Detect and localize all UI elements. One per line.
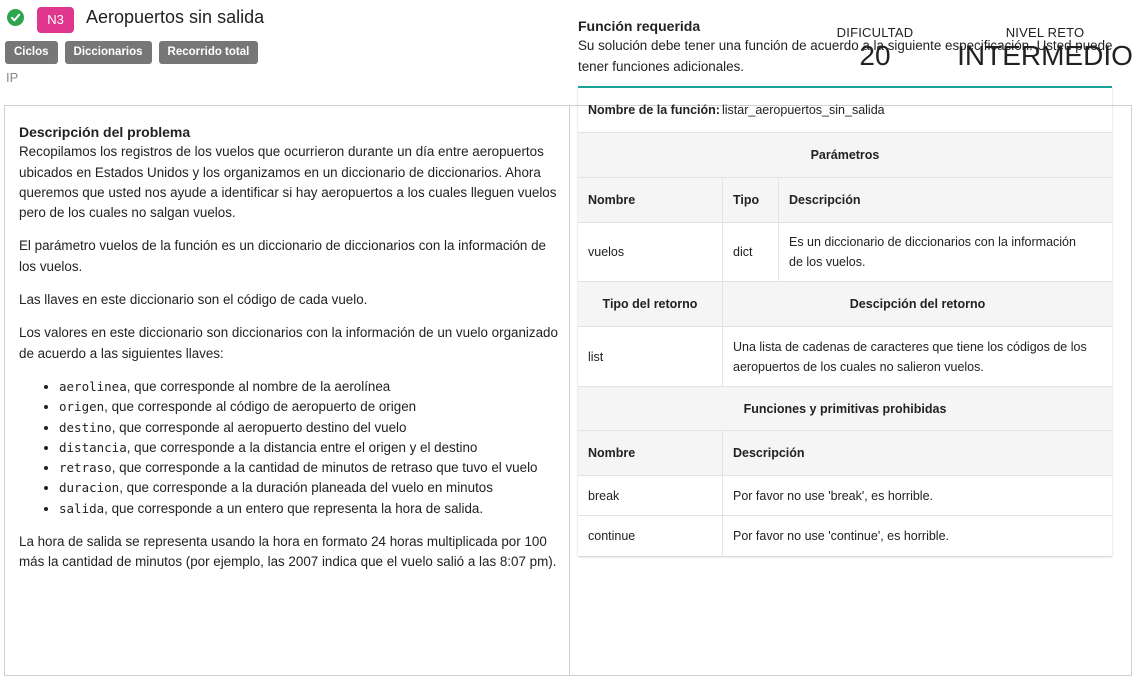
tag-recorrido-total[interactable]: Recorrido total <box>158 41 259 64</box>
key-text: , que corresponde a un entero que repres… <box>104 500 484 516</box>
key-text: , que corresponde al nombre de la aerolí… <box>126 378 391 394</box>
description-paragraph: Los valores en este diccionario son dicc… <box>19 325 558 361</box>
list-item: aerolinea, que corresponde al nombre de … <box>59 377 559 397</box>
table-row: list Una lista de cadenas de caracteres … <box>578 327 1112 387</box>
tag-diccionarios[interactable]: Diccionarios <box>64 41 152 64</box>
table-row: break Por favor no use 'break', es horri… <box>578 476 1112 516</box>
description-paragraph: Recopilamos los registros de los vuelos … <box>19 144 557 221</box>
return-type-label: Tipo del retorno <box>602 297 698 311</box>
table-row: Nombre de la función: listar_aeropuertos… <box>578 88 1112 133</box>
description-paragraph: El parámetro vuelos de la función es un … <box>19 238 546 274</box>
list-item: destino, que corresponde al aeropuerto d… <box>59 418 559 438</box>
table-row: Tipo del retorno Descipción del retorno <box>578 282 1112 327</box>
table-row: Funciones y primitivas prohibidas <box>578 387 1112 431</box>
table-row: Nombre Descripción <box>578 431 1112 476</box>
description-paragraph: Las llaves en este diccionario son el có… <box>19 292 368 308</box>
params-header: Parámetros <box>810 148 880 162</box>
description-section: Descripción del problema Recopilamos los… <box>19 122 559 586</box>
return-type: list <box>588 349 604 364</box>
param-type: dict <box>722 223 778 281</box>
forbidden-col-nombre: Nombre <box>588 446 636 460</box>
tag-ciclos[interactable]: Ciclos <box>5 41 58 64</box>
key-code: distancia <box>59 439 127 455</box>
key-text: , que corresponde a la cantidad de minut… <box>111 460 538 476</box>
function-section: Función requerida Su solución debe tener… <box>578 16 1118 77</box>
function-name-value: listar_aeropuertos_sin_salida <box>722 103 885 117</box>
forbidden-name: continue <box>588 529 636 543</box>
function-intro: Su solución debe tener una función de ac… <box>578 38 1113 74</box>
forbidden-desc: Por favor no use 'break', es horrible. <box>722 476 1112 515</box>
table-row: vuelos dict Es un diccionario de diccion… <box>578 223 1112 282</box>
tag-list: Ciclos Diccionarios Recorrido total <box>5 41 259 64</box>
level-badge: N3 <box>37 7 74 33</box>
forbidden-header: Funciones y primitivas prohibidas <box>743 401 947 416</box>
param-desc: Es un diccionario de diccionarios con la… <box>778 223 1112 281</box>
description-title: Descripción del problema <box>19 124 191 140</box>
forbidden-name: break <box>588 488 620 503</box>
key-code: retraso <box>59 460 112 476</box>
list-item: distancia, que corresponde a la distanci… <box>59 438 559 458</box>
table-row: Nombre Tipo Descripción <box>578 178 1112 223</box>
param-name: vuelos <box>588 245 625 259</box>
return-desc: Una lista de cadenas de caracteres que t… <box>722 327 1112 386</box>
col-tipo: Tipo <box>722 178 778 222</box>
function-spec-table: Nombre de la función: listar_aeropuertos… <box>578 86 1112 556</box>
key-text: , que corresponde a la duración planeada… <box>119 480 493 496</box>
key-code: duracion <box>59 480 120 496</box>
list-item: salida, que corresponde a un entero que … <box>59 499 559 519</box>
key-text: , que corresponde al aeropuerto destino … <box>111 419 407 435</box>
function-title: Función requerida <box>578 18 701 34</box>
col-descripcion: Descripción <box>778 178 1112 222</box>
course-label: IP <box>6 70 19 85</box>
key-code: salida <box>59 500 105 516</box>
key-text: , que corresponde al código de aeropuert… <box>104 399 417 415</box>
function-name-label: Nombre de la función: <box>588 103 720 117</box>
table-row: continue Por favor no use 'continue', es… <box>578 516 1112 556</box>
key-code: aerolinea <box>59 378 127 394</box>
list-item: origen, que corresponde al código de aer… <box>59 397 559 417</box>
panel-divider <box>569 106 570 675</box>
list-item: duracion, que corresponde a la duración … <box>59 478 559 498</box>
table-row: Parámetros <box>578 133 1112 178</box>
list-item: retraso, que corresponde a la cantidad d… <box>59 458 559 478</box>
forbidden-col-descripcion: Descripción <box>722 431 1112 475</box>
return-desc-label: Descipción del retorno <box>722 282 1112 326</box>
key-code: destino <box>59 419 112 435</box>
key-text: , que corresponde a la distancia entre e… <box>126 439 478 455</box>
keys-list: aerolinea, que corresponde al nombre de … <box>19 377 559 519</box>
key-code: origen <box>59 399 105 415</box>
check-icon <box>7 9 24 26</box>
forbidden-desc: Por favor no use 'continue', es horrible… <box>722 516 1112 556</box>
description-paragraph: La hora de salida se representa usando l… <box>19 534 557 570</box>
problem-title: Aeropuertos sin salida <box>86 7 265 27</box>
col-nombre: Nombre <box>588 193 636 207</box>
